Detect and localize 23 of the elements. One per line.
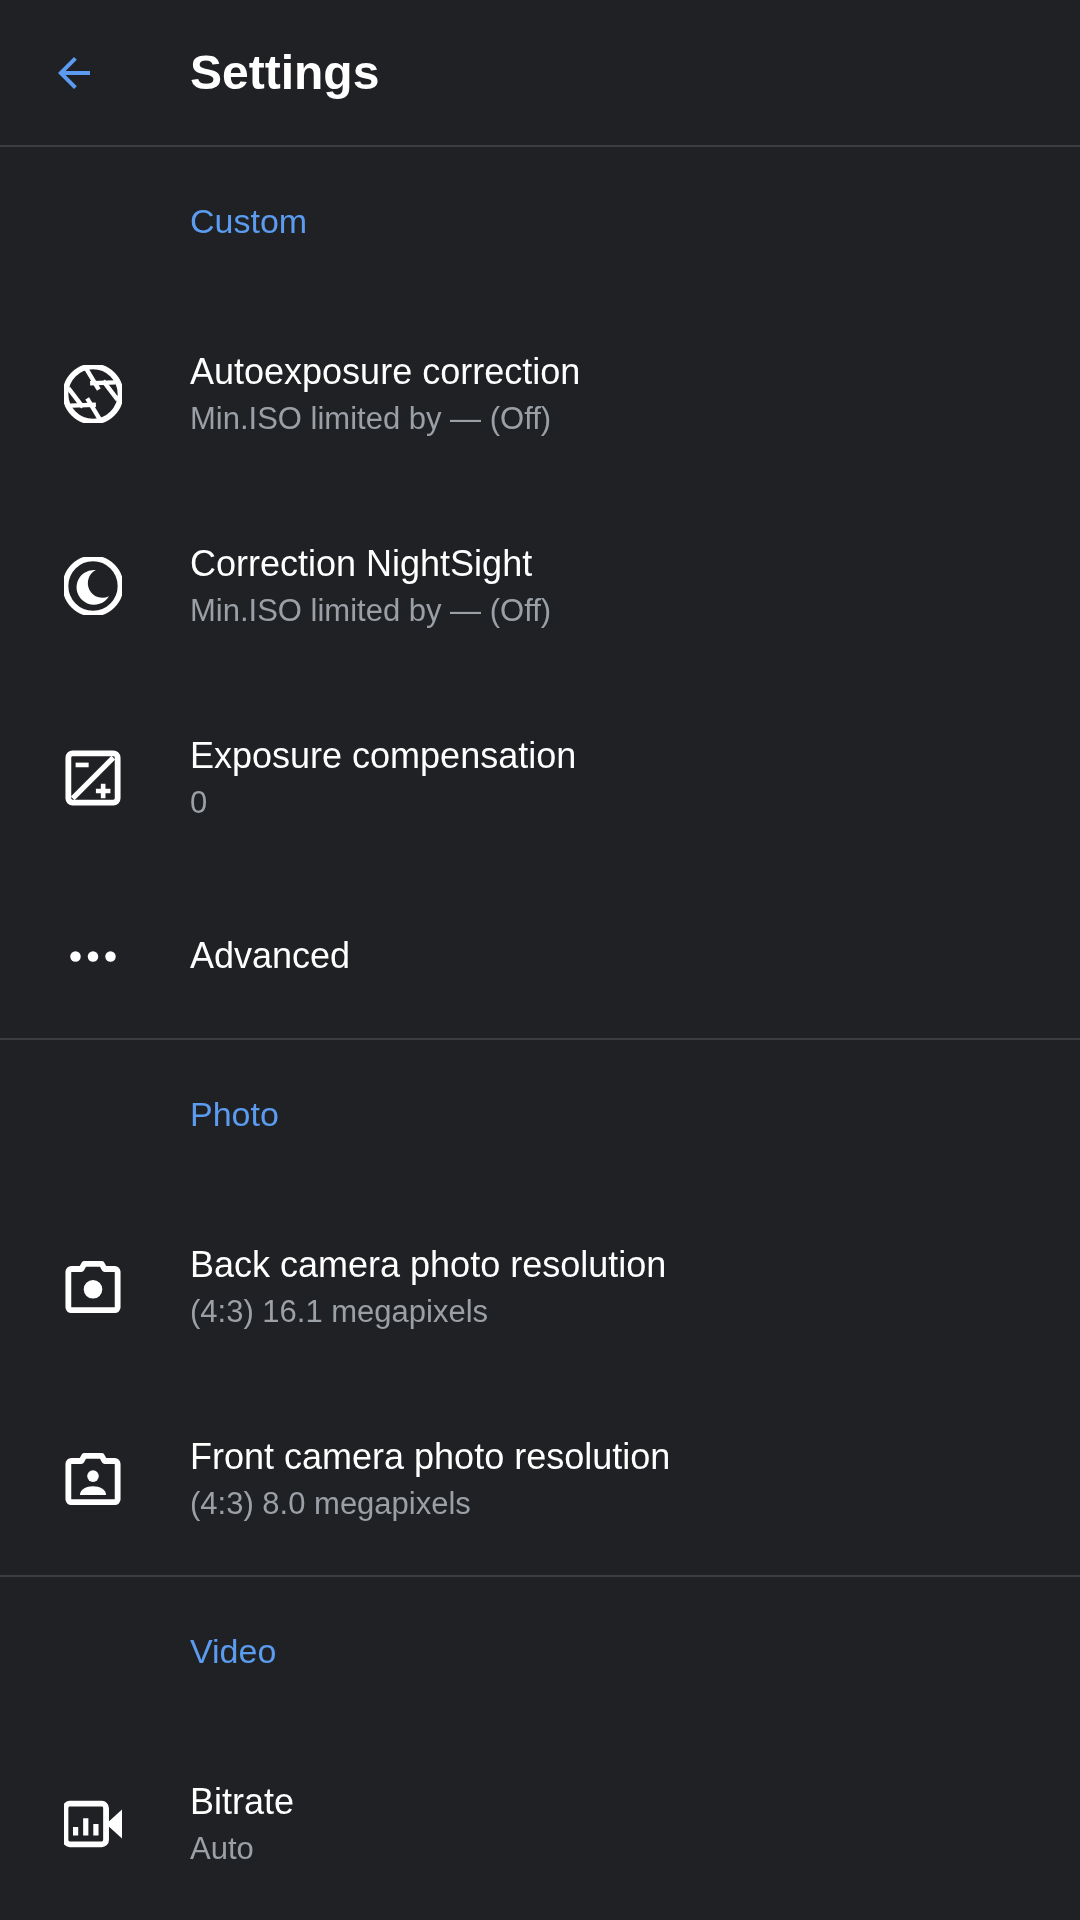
setting-value: 0	[190, 785, 209, 821]
more-icon	[70, 950, 116, 962]
page-title: Settings	[190, 45, 380, 100]
setting-value: (4:3) 8.0 megapixels	[190, 1486, 472, 1522]
setting-title[interactable]: Bitrate	[190, 1781, 295, 1823]
setting-title[interactable]: Back camera photo resolution	[190, 1244, 667, 1286]
setting-title[interactable]: Exposure compensation	[190, 735, 577, 777]
exposure-icon	[64, 749, 122, 807]
moon-icon	[64, 557, 122, 615]
setting-value: Min.ISO limited by — (Off)	[190, 401, 553, 437]
setting-value: Auto	[190, 1831, 255, 1867]
section-heading: Photo	[189, 1094, 280, 1135]
aperture-icon	[64, 365, 122, 423]
setting-value: (4:3) 16.1 megapixels	[190, 1294, 490, 1330]
camera-icon	[64, 1258, 122, 1316]
setting-title[interactable]: Autoexposure correction	[190, 351, 581, 393]
section-heading: Custom	[189, 201, 309, 242]
setting-title[interactable]: Front camera photo resolution	[190, 1436, 671, 1478]
section-heading: Video	[189, 1631, 278, 1672]
setting-title[interactable]: Correction NightSight	[190, 543, 552, 585]
portrait-camera-icon	[64, 1450, 122, 1508]
setting-value: Min.ISO limited by — (Off)	[190, 593, 552, 629]
setting-title[interactable]: Advanced	[190, 935, 351, 977]
